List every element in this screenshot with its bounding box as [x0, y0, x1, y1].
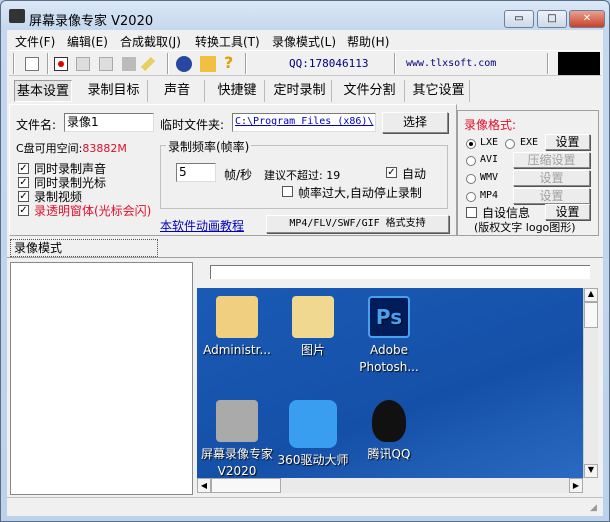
lxe-label: LXE [480, 137, 499, 148]
fps-suggestion: 建议不超过: 19 [264, 169, 341, 182]
record-icon[interactable] [54, 57, 68, 71]
tab-target[interactable]: 录制目标 [80, 80, 148, 102]
auto-fps-label: 自动 [402, 167, 427, 181]
tab-timer[interactable]: 定时录制 [268, 80, 332, 102]
filename-label: 文件名: [16, 118, 57, 132]
resize-grip-icon[interactable]: ◢ [590, 503, 597, 513]
record-cursor-checkbox[interactable]: ✓ [18, 177, 29, 188]
wmv-radio[interactable] [466, 174, 476, 184]
toolbar: ? QQ:178046113 www.tlxsoft.com [9, 50, 601, 76]
mp4-radio[interactable] [466, 192, 476, 202]
record-video-checkbox[interactable]: ✓ [18, 191, 29, 202]
desktop-icon-360-driver[interactable]: 360驱动大师 [273, 400, 353, 469]
choose-folder-button[interactable]: 选择 [382, 112, 448, 133]
desktop-icon-pictures[interactable]: 图片 [273, 296, 353, 359]
custom-info-note: (版权文字 logo图形) [474, 221, 576, 234]
qq-number: QQ:178046113 [289, 57, 369, 70]
disk-space-value: 83882M [82, 142, 127, 155]
filename-input[interactable]: 录像1 [64, 113, 154, 132]
vertical-scroll-thumb[interactable] [584, 302, 598, 328]
fps-input[interactable]: 5 [176, 163, 216, 182]
horizontal-scroll-thumb[interactable] [211, 478, 281, 493]
pen-icon[interactable] [140, 56, 156, 72]
menu-file[interactable]: 文件(F) [15, 33, 55, 50]
app-icon [9, 9, 25, 23]
maximize-button[interactable]: □ [537, 10, 567, 28]
close-button[interactable]: ✕ [569, 10, 605, 28]
preview-box [558, 52, 600, 75]
status-bar [7, 497, 603, 516]
menu-edit[interactable]: 编辑(E) [67, 33, 108, 50]
avi-label: AVI [480, 154, 499, 165]
mp4-settings-button[interactable]: 设置 [513, 188, 590, 204]
tutorial-link[interactable]: 本软件动画教程 [160, 217, 244, 234]
desktop-preview: Administr... 图片 Ps Adobe Photosh... 屏幕录像专… [197, 288, 583, 478]
format-support-button[interactable]: MP4/FLV/SWF/GIF 格式支持 [266, 215, 449, 233]
menu-bar: 文件(F) 编辑(E) 合成截取(J) 转换工具(T) 录像模式(L) 帮助(H… [7, 30, 603, 49]
new-file-icon[interactable] [25, 57, 39, 71]
compress-settings-button[interactable]: 压缩设置 [513, 152, 590, 168]
custom-info-checkbox[interactable] [466, 207, 477, 218]
scroll-up-icon[interactable]: ▲ [584, 288, 598, 302]
globe-icon[interactable] [176, 56, 192, 72]
minimize-button[interactable]: ▭ [504, 10, 534, 28]
desktop-icon-administrator[interactable]: Administr... [197, 296, 277, 359]
tab-other[interactable]: 其它设置 [408, 80, 470, 102]
menu-record-mode[interactable]: 录像模式(L) [272, 33, 336, 50]
scroll-left-icon[interactable]: ◀ [197, 478, 211, 493]
format-panel: 录像格式: LXE EXE 设置 AVI 压缩设置 WMV 设置 MP4 设置 … [457, 110, 599, 236]
record-mode-tab[interactable]: 录像模式 [10, 239, 158, 257]
window-title: 屏幕录像专家 V2020 [29, 14, 154, 29]
tab-split[interactable]: 文件分割 [335, 80, 405, 102]
exe-radio[interactable] [505, 139, 515, 149]
wmv-settings-button[interactable]: 设置 [513, 170, 590, 186]
wmv-label: WMV [480, 172, 499, 183]
tempdir-input[interactable]: C:\Program Files (x86)\ [232, 113, 376, 132]
scroll-down-icon[interactable]: ▼ [584, 464, 598, 478]
fps-group-title: 录制频率(帧率) [166, 138, 252, 155]
mp4-label: MP4 [480, 190, 499, 201]
format-title: 录像格式: [464, 118, 517, 132]
tempdir-label: 临时文件夹: [160, 118, 225, 132]
tutorial-icon[interactable] [200, 56, 216, 72]
pause-icon[interactable] [76, 57, 90, 71]
desktop-icon-qq[interactable]: 腾讯QQ [349, 400, 429, 463]
tab-sound[interactable]: 声音 [150, 80, 205, 102]
menu-help[interactable]: 帮助(H) [347, 33, 389, 50]
tab-basic[interactable]: 基本设置 [14, 80, 72, 102]
avi-radio[interactable] [466, 156, 476, 166]
vertical-scrollbar[interactable]: ▲ ▼ [583, 288, 598, 478]
basic-settings-panel: 文件名: 录像1 临时文件夹: C:\Program Files (x86)\ … [9, 104, 457, 236]
record-transparent-checkbox[interactable]: ✓ [18, 205, 29, 216]
record-sound-checkbox[interactable]: ✓ [18, 163, 29, 174]
lxe-settings-button[interactable]: 设置 [545, 134, 590, 150]
custom-info-settings-button[interactable]: 设置 [545, 204, 590, 220]
stop-icon[interactable] [99, 57, 113, 71]
exe-label: EXE [520, 137, 539, 148]
website-link[interactable]: www.tlxsoft.com [406, 58, 496, 69]
menu-compose[interactable]: 合成截取(J) [120, 33, 181, 50]
horizontal-scrollbar[interactable]: ◀ ▶ [197, 478, 583, 493]
camera-icon[interactable] [122, 57, 136, 71]
disk-space-label: C盘可用空间:83882M [16, 142, 127, 155]
lxe-radio[interactable] [466, 139, 476, 149]
fps-unit: 帧/秒 [224, 168, 253, 182]
menu-convert[interactable]: 转换工具(T) [195, 33, 260, 50]
left-file-pane[interactable] [10, 262, 193, 495]
tab-hotkey[interactable]: 快捷键 [210, 80, 265, 102]
auto-stop-label: 帧率过大,自动停止录制 [298, 186, 422, 200]
auto-fps-checkbox[interactable]: ✓ [386, 167, 397, 178]
ruler [210, 265, 590, 279]
desktop-icon-photoshop[interactable]: Ps Adobe Photosh... [349, 296, 429, 376]
scroll-right-icon[interactable]: ▶ [569, 478, 583, 493]
desktop-icon-screen-recorder[interactable]: 屏幕录像专家 V2020 [197, 400, 277, 478]
help-icon[interactable]: ? [224, 53, 233, 72]
record-transparent-label: 录透明窗体(光标会闪) [34, 204, 152, 218]
auto-stop-checkbox[interactable] [282, 186, 293, 197]
